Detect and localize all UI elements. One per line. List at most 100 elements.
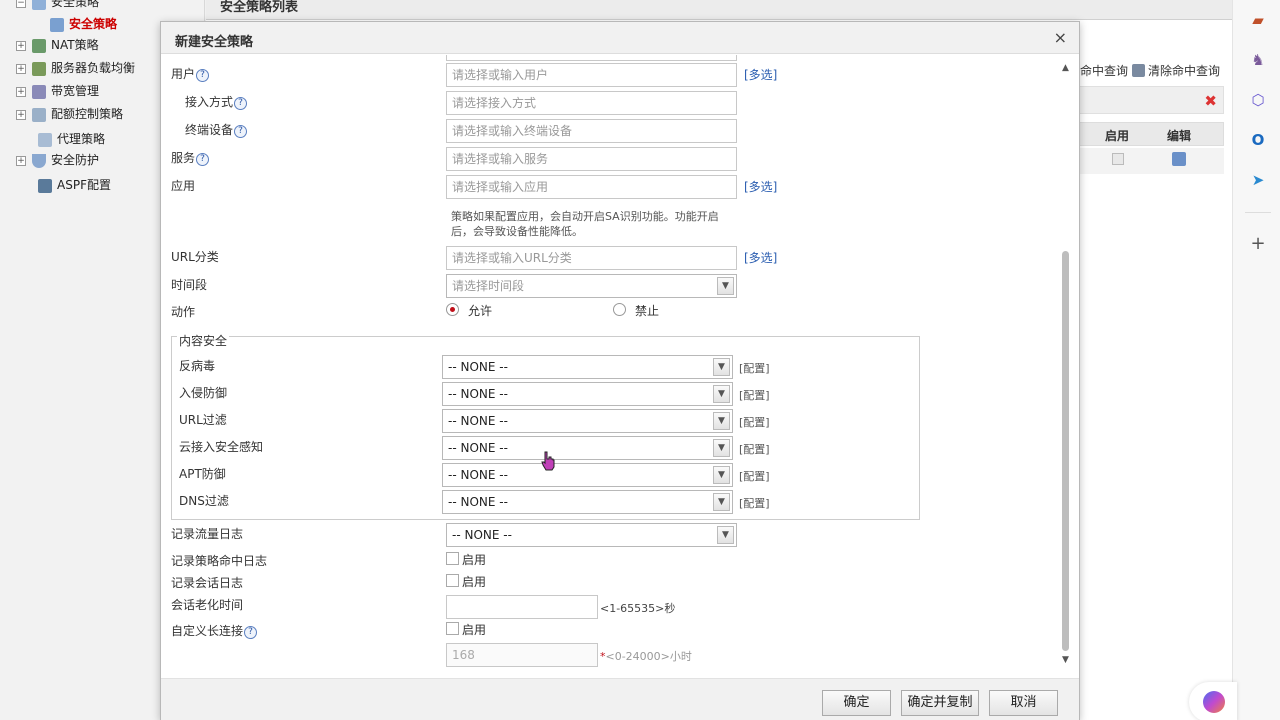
copilot-button[interactable] — [1189, 682, 1237, 720]
dns-filter-config-link[interactable]: [配置] — [739, 495, 770, 511]
dialog-scrollbar[interactable]: ▲ ▼ — [1059, 55, 1073, 677]
hit-log-enable-label: 启用 — [462, 553, 487, 567]
antivirus-value: -- NONE -- — [448, 360, 508, 374]
scroll-thumb[interactable] — [1062, 251, 1069, 651]
nav-item-bandwidth[interactable]: + 带宽管理 — [16, 81, 99, 101]
antivirus-select[interactable]: -- NONE -- ▼ — [442, 355, 733, 379]
content-security-legend: 内容安全 — [177, 332, 230, 349]
expand-icon[interactable]: + — [16, 40, 26, 51]
long-connection-label: 自定义长连接? — [171, 622, 258, 639]
nav-item-label: 安全防护 — [51, 153, 100, 167]
nav-item-security-policy-group[interactable]: − 安全策略 — [16, 0, 99, 12]
nav-item-server-load-balance[interactable]: + 服务器负载均衡 — [16, 58, 135, 78]
hit-query-link[interactable]: 命中查询 — [1080, 62, 1128, 79]
antivirus-label: 反病毒 — [179, 359, 216, 373]
scroll-up-icon[interactable]: ▲ — [1062, 63, 1069, 73]
new-security-policy-dialog: 新建安全策略 × 用户? 请选择或输入用户 [多选] 接入方式? 请选择接入方式… — [160, 21, 1080, 720]
cancel-button[interactable]: 取消 — [989, 690, 1058, 716]
user-label: 用户? — [171, 65, 210, 82]
antivirus-config-link[interactable]: [配置] — [739, 360, 770, 376]
url-filter-select[interactable]: -- NONE -- ▼ — [442, 409, 733, 433]
chevron-down-icon: ▼ — [713, 439, 730, 457]
expand-icon[interactable]: + — [16, 155, 26, 166]
dns-filter-select[interactable]: -- NONE -- ▼ — [442, 490, 733, 514]
ips-select[interactable]: -- NONE -- ▼ — [442, 382, 733, 406]
deny-label: 禁止 — [635, 304, 660, 318]
dialog-header: 新建安全策略 × — [161, 22, 1079, 54]
nav-item-nat-policy[interactable]: + NAT策略 — [16, 35, 99, 55]
url-filter-value: -- NONE -- — [448, 414, 508, 428]
hit-log-label: 记录策略命中日志 — [171, 554, 268, 568]
expand-icon[interactable]: + — [16, 86, 26, 97]
clear-filter-icon[interactable]: ✖ — [1204, 92, 1217, 110]
deny-radio[interactable] — [613, 303, 626, 316]
dialog-title: 新建安全策略 — [175, 35, 254, 50]
user-input[interactable]: 请选择或输入用户 — [446, 63, 737, 87]
url-category-label: URL分类 — [171, 250, 219, 264]
service-input[interactable]: 请选择或输入服务 — [446, 147, 737, 171]
chess-icon[interactable]: ♞ — [1249, 51, 1267, 69]
nav-item-security-policy[interactable]: 安全策略 — [50, 14, 117, 34]
long-connection-hours-input[interactable]: 168 — [446, 643, 598, 667]
apt-config-link[interactable]: [配置] — [739, 468, 770, 484]
dialog-body: 用户? 请选择或输入用户 [多选] 接入方式? 请选择接入方式 终端设备? 请选… — [161, 55, 1079, 677]
long-connection-checkbox[interactable] — [446, 622, 459, 635]
nav-item-proxy-policy[interactable]: 代理策略 — [38, 129, 105, 149]
help-icon[interactable]: ? — [234, 97, 248, 110]
traffic-log-label: 记录流量日志 — [171, 527, 244, 541]
nav-item-quota-control[interactable]: + 配额控制策略 — [16, 104, 123, 124]
time-range-select[interactable]: 请选择时间段 ▼ — [446, 274, 737, 298]
add-icon[interactable]: + — [1249, 235, 1267, 253]
edit-icon[interactable] — [1172, 152, 1186, 166]
ok-copy-button[interactable]: 确定并复制 — [901, 690, 979, 716]
clear-hit-query-label: 清除命中查询 — [1148, 64, 1221, 78]
clear-hit-query-link[interactable]: 清除命中查询 — [1132, 62, 1220, 79]
apt-select[interactable]: -- NONE -- ▼ — [442, 463, 733, 487]
traffic-log-value: -- NONE -- — [452, 528, 512, 542]
hit-log-checkbox[interactable] — [446, 552, 459, 565]
access-mode-input[interactable]: 请选择接入方式 — [446, 91, 737, 115]
nav-item-aspf[interactable]: ASPF配置 — [38, 175, 111, 195]
url-category-multiselect-link[interactable]: [多选] — [744, 249, 777, 266]
allow-radio[interactable] — [446, 303, 459, 316]
user-multiselect-link[interactable]: [多选] — [744, 66, 777, 83]
help-icon[interactable]: ? — [234, 125, 248, 138]
nav-item-security-protection[interactable]: + 安全防护 — [16, 150, 99, 170]
scroll-down-icon[interactable]: ▼ — [1062, 655, 1069, 665]
cloud-access-select[interactable]: -- NONE -- ▼ — [442, 436, 733, 460]
ok-button[interactable]: 确定 — [822, 690, 891, 716]
cut-off-input[interactable] — [446, 55, 737, 61]
browser-side-rail: ▰ ♞ ⬡ O ➤ + — [1232, 0, 1280, 720]
apt-value: -- NONE -- — [448, 468, 508, 482]
application-multiselect-link[interactable]: [多选] — [744, 178, 777, 195]
shield-icon — [32, 153, 46, 168]
session-aging-input[interactable] — [446, 595, 598, 619]
session-log-checkbox[interactable] — [446, 574, 459, 587]
url-category-input[interactable]: 请选择或输入URL分类 — [446, 246, 737, 270]
help-icon[interactable]: ? — [196, 153, 210, 166]
application-note: 策略如果配置应用，会自动开启SA识别功能。功能开启 后，会导致设备性能降低。 — [451, 209, 751, 239]
cloud-access-config-link[interactable]: [配置] — [739, 441, 770, 457]
column-edit: 编辑 — [1167, 129, 1192, 143]
nav-item-label: 安全策略 — [69, 17, 118, 31]
ips-config-link[interactable]: [配置] — [739, 387, 770, 403]
chevron-down-icon: ▼ — [713, 385, 730, 403]
url-filter-config-link[interactable]: [配置] — [739, 414, 770, 430]
close-icon[interactable]: × — [1054, 28, 1067, 47]
collapse-icon[interactable]: − — [16, 0, 26, 8]
help-icon[interactable]: ? — [244, 626, 258, 639]
toolbox-icon[interactable]: ▰ — [1249, 11, 1267, 29]
expand-icon[interactable]: + — [16, 109, 26, 120]
enable-checkbox[interactable] — [1112, 153, 1124, 165]
long-connection-enable-label: 启用 — [462, 623, 487, 637]
send-icon[interactable]: ➤ — [1249, 171, 1267, 189]
terminal-device-input[interactable]: 请选择或输入终端设备 — [446, 119, 737, 143]
application-input[interactable]: 请选择或输入应用 — [446, 175, 737, 199]
dns-filter-value: -- NONE -- — [448, 495, 508, 509]
expand-icon[interactable]: + — [16, 63, 26, 74]
nav-item-label: 服务器负载均衡 — [51, 61, 136, 75]
outlook-icon[interactable]: O — [1249, 131, 1267, 149]
help-icon[interactable]: ? — [196, 69, 210, 82]
office-icon[interactable]: ⬡ — [1249, 91, 1267, 109]
traffic-log-select[interactable]: -- NONE -- ▼ — [446, 523, 737, 547]
